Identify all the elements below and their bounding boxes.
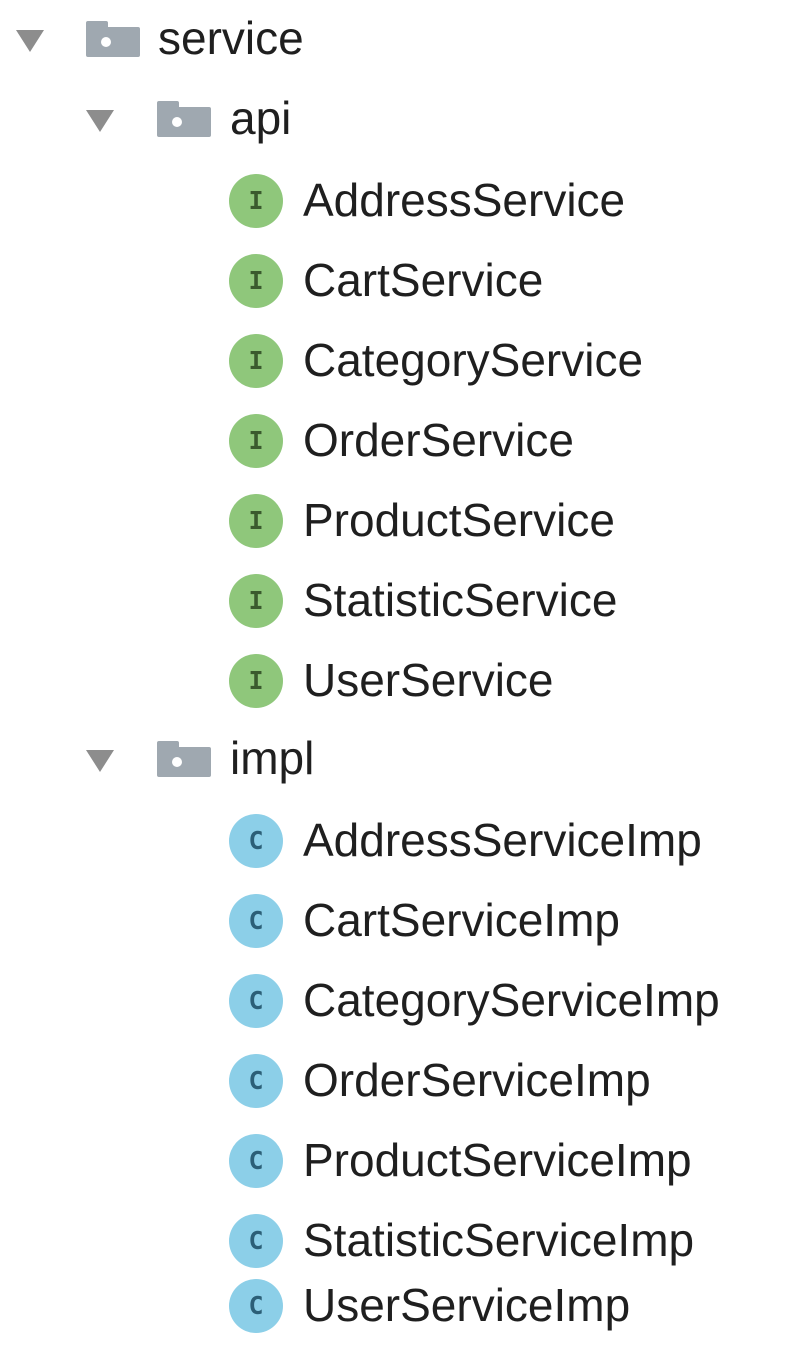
tree-item-interface[interactable]: I CartService — [0, 240, 795, 320]
tree-node-label: impl — [230, 732, 315, 784]
tree-item-label: UserServiceImp — [303, 1279, 631, 1331]
project-tree: service api I AddressService I CartServi… — [0, 0, 795, 1345]
tree-item-interface[interactable]: I CategoryService — [0, 320, 795, 400]
tree-item-label: StatisticService — [303, 574, 618, 626]
tree-item-label: AddressService — [303, 174, 626, 226]
interface-icon: I — [229, 654, 283, 708]
tree-item-label: UserService — [303, 654, 554, 706]
tree-item-interface[interactable]: I UserService — [0, 640, 795, 720]
expand-arrow-icon[interactable] — [86, 750, 114, 772]
tree-item-interface[interactable]: I StatisticService — [0, 560, 795, 640]
tree-item-class[interactable]: C AddressServiceImp — [0, 800, 795, 880]
tree-item-label: AddressServiceImp — [303, 814, 702, 866]
tree-item-class[interactable]: C CartServiceImp — [0, 880, 795, 960]
tree-item-class[interactable]: C ProductServiceImp — [0, 1120, 795, 1200]
class-icon: C — [229, 1054, 283, 1108]
folder-icon — [86, 21, 140, 57]
expand-arrow-icon[interactable] — [16, 30, 44, 52]
tree-item-label: StatisticServiceImp — [303, 1214, 695, 1266]
class-icon: C — [229, 1134, 283, 1188]
class-icon: C — [229, 814, 283, 868]
tree-item-interface[interactable]: I AddressService — [0, 160, 795, 240]
tree-item-label: CartService — [303, 254, 544, 306]
tree-item-label: ProductServiceImp — [303, 1134, 692, 1186]
expand-arrow-icon[interactable] — [86, 110, 114, 132]
interface-icon: I — [229, 254, 283, 308]
tree-item-label: OrderService — [303, 414, 574, 466]
tree-item-label: ProductService — [303, 494, 615, 546]
interface-icon: I — [229, 494, 283, 548]
interface-icon: I — [229, 574, 283, 628]
folder-icon — [157, 741, 211, 777]
tree-node-label: api — [230, 92, 292, 144]
tree-item-label: CartServiceImp — [303, 894, 620, 946]
tree-item-class[interactable]: C OrderServiceImp — [0, 1040, 795, 1120]
tree-node-api[interactable]: api — [0, 80, 795, 160]
tree-item-interface[interactable]: I OrderService — [0, 400, 795, 480]
tree-item-label: CategoryService — [303, 334, 644, 386]
tree-node-service[interactable]: service — [0, 0, 795, 80]
class-icon: C — [229, 974, 283, 1028]
class-icon: C — [229, 894, 283, 948]
tree-item-label: CategoryServiceImp — [303, 974, 720, 1026]
folder-icon — [157, 101, 211, 137]
tree-node-label: service — [158, 12, 304, 64]
tree-item-interface[interactable]: I ProductService — [0, 480, 795, 560]
class-icon: C — [229, 1214, 283, 1268]
class-icon: C — [229, 1279, 283, 1333]
interface-icon: I — [229, 334, 283, 388]
tree-item-label: OrderServiceImp — [303, 1054, 651, 1106]
tree-node-impl[interactable]: impl — [0, 720, 795, 800]
interface-icon: I — [229, 414, 283, 468]
tree-item-class[interactable]: C CategoryServiceImp — [0, 960, 795, 1040]
interface-icon: I — [229, 174, 283, 228]
tree-item-class[interactable]: C UserServiceImp — [0, 1265, 795, 1345]
